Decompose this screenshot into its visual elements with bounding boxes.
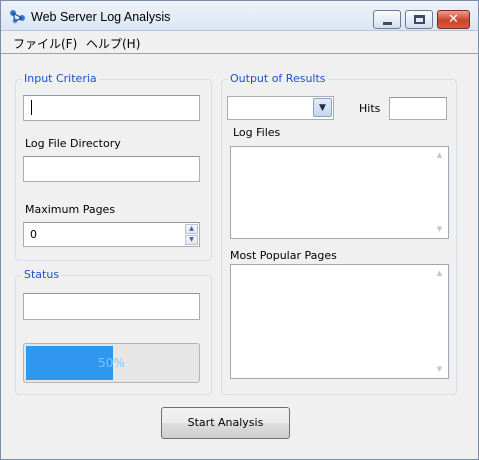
popular-pages-label: Most Popular Pages — [230, 249, 337, 262]
menu-file[interactable]: ファイル(F) — [13, 35, 77, 52]
log-dir-input[interactable] — [23, 156, 200, 182]
scroll-up-icon[interactable]: ▲ — [433, 267, 446, 280]
results-combo[interactable]: ▼ — [227, 96, 334, 120]
minimize-icon — [383, 22, 392, 25]
output-results-title: Output of Results — [228, 72, 328, 85]
scroll-up-icon[interactable]: ▲ — [433, 149, 446, 162]
hits-field[interactable] — [389, 97, 447, 120]
log-files-label: Log Files — [233, 126, 281, 139]
menu-bar: ファイル(F) ヘルプ(H) — [1, 32, 478, 52]
progress-label: 50% — [98, 356, 125, 370]
app-icon — [10, 10, 25, 24]
hits-label: Hits — [359, 102, 381, 115]
status-title: Status — [22, 268, 62, 281]
popular-pages-scrollbar[interactable]: ▲ ▼ — [431, 265, 448, 378]
text-caret — [31, 100, 32, 115]
close-button[interactable]: ✕ — [437, 10, 470, 29]
max-pages-label: Maximum Pages — [25, 203, 116, 216]
start-analysis-button[interactable]: Start Analysis — [161, 407, 290, 439]
app-window: Web Server Log Analysis ✕ ファイル(F) ヘルプ(H)… — [0, 0, 479, 460]
menu-divider — [1, 53, 478, 54]
menu-help[interactable]: ヘルプ(H) — [86, 35, 140, 52]
log-files-list[interactable]: ▲ ▼ — [230, 146, 449, 239]
status-field[interactable] — [23, 293, 200, 320]
minimize-button[interactable] — [373, 10, 401, 29]
spin-up-icon[interactable]: ▲ — [185, 224, 198, 234]
chevron-down-icon[interactable]: ▼ — [313, 98, 332, 117]
scroll-down-icon[interactable]: ▼ — [433, 223, 446, 236]
stepper-buttons: ▲ ▼ — [185, 224, 198, 245]
spin-down-icon[interactable]: ▼ — [185, 235, 198, 245]
search-input[interactable] — [23, 95, 200, 121]
scroll-down-icon[interactable]: ▼ — [433, 363, 446, 376]
max-pages-stepper[interactable]: 0 ▲ ▼ — [23, 222, 200, 247]
title-bar[interactable]: Web Server Log Analysis ✕ — [1, 1, 478, 31]
log-dir-label: Log File Directory — [25, 137, 121, 150]
window-title: Web Server Log Analysis — [31, 10, 171, 24]
close-icon: ✕ — [448, 12, 459, 27]
popular-pages-list[interactable]: ▲ ▼ — [230, 264, 449, 379]
log-files-scrollbar[interactable]: ▲ ▼ — [431, 147, 448, 238]
maximize-button[interactable] — [405, 10, 433, 29]
input-criteria-title: Input Criteria — [22, 72, 99, 85]
maximize-icon — [414, 15, 425, 24]
progress-bar: 50% — [23, 343, 200, 383]
max-pages-value: 0 — [30, 228, 37, 241]
